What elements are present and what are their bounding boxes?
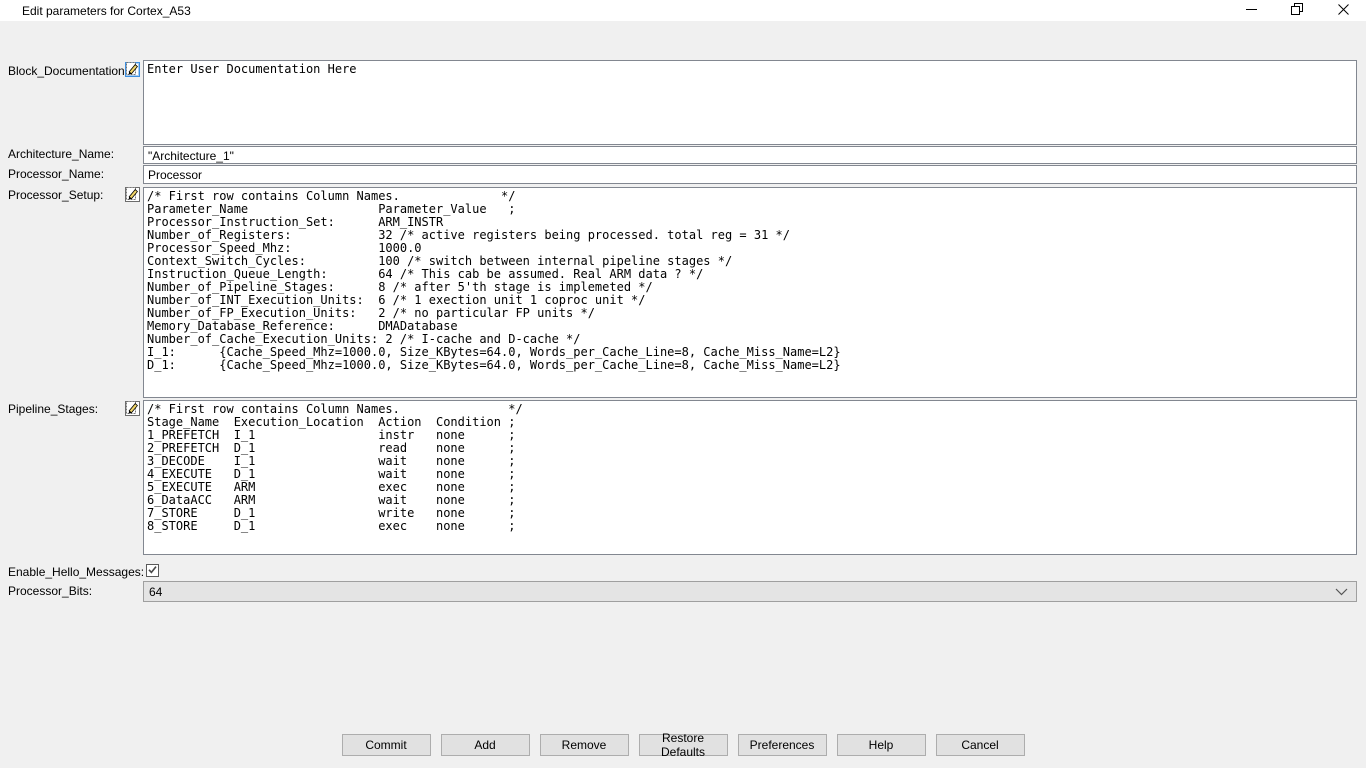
minimize-icon xyxy=(1246,4,1257,18)
pencil-edit-icon xyxy=(126,62,139,78)
enable-hello-messages-checkbox[interactable] xyxy=(146,564,159,577)
enable-hello-messages-label: Enable_Hello_Messages: xyxy=(8,565,144,579)
pipeline-stages-label: Pipeline_Stages: xyxy=(8,402,98,416)
processor-name-label: Processor_Name: xyxy=(8,167,104,181)
block-documentation-edit-button[interactable] xyxy=(125,62,140,77)
pipeline-stages-textarea[interactable]: /* First row contains Column Names. */ S… xyxy=(143,400,1357,555)
chevron-down-icon xyxy=(1335,585,1348,599)
processor-bits-dropdown[interactable]: 64 xyxy=(143,581,1357,602)
edit-parameters-dialog: Edit parameters for Cortex_A53 xyxy=(0,0,1366,768)
checkmark-icon xyxy=(147,564,158,578)
titlebar: Edit parameters for Cortex_A53 xyxy=(0,0,1366,21)
architecture-name-value: "Architecture_1" xyxy=(144,147,1356,165)
pipeline-stages-edit-button[interactable] xyxy=(125,401,140,416)
processor-name-value: Processor xyxy=(144,166,1356,184)
remove-button[interactable]: Remove xyxy=(540,734,629,756)
cancel-button[interactable]: Cancel xyxy=(936,734,1025,756)
block-documentation-label: Block_Documentation: xyxy=(8,64,128,78)
restore-defaults-button[interactable]: Restore Defaults xyxy=(639,734,728,756)
block-documentation-textarea[interactable]: Enter User Documentation Here xyxy=(143,60,1357,145)
restore-button[interactable] xyxy=(1274,0,1320,21)
close-button[interactable] xyxy=(1320,0,1366,21)
help-button[interactable]: Help xyxy=(837,734,926,756)
architecture-name-label: Architecture_Name: xyxy=(8,147,114,161)
processor-bits-label: Processor_Bits: xyxy=(8,584,92,598)
processor-bits-value: 64 xyxy=(149,585,162,599)
processor-setup-text: /* First row contains Column Names. */ P… xyxy=(144,188,1356,374)
close-icon xyxy=(1338,4,1349,18)
block-documentation-text: Enter User Documentation Here xyxy=(144,61,1356,78)
pipeline-stages-text: /* First row contains Column Names. */ S… xyxy=(144,401,1356,535)
pencil-edit-icon xyxy=(126,187,139,203)
window-title: Edit parameters for Cortex_A53 xyxy=(22,4,191,18)
add-button[interactable]: Add xyxy=(441,734,530,756)
pencil-edit-icon xyxy=(126,401,139,417)
window-controls xyxy=(1228,0,1366,21)
processor-name-input[interactable]: Processor xyxy=(143,165,1357,184)
restore-icon xyxy=(1291,3,1303,18)
processor-setup-label: Processor_Setup: xyxy=(8,188,103,202)
dialog-button-row: Commit Add Remove Restore Defaults Prefe… xyxy=(0,734,1366,756)
commit-button[interactable]: Commit xyxy=(342,734,431,756)
architecture-name-input[interactable]: "Architecture_1" xyxy=(143,146,1357,164)
processor-setup-edit-button[interactable] xyxy=(125,187,140,202)
processor-setup-textarea[interactable]: /* First row contains Column Names. */ P… xyxy=(143,187,1357,398)
minimize-button[interactable] xyxy=(1228,0,1274,21)
preferences-button[interactable]: Preferences xyxy=(738,734,827,756)
